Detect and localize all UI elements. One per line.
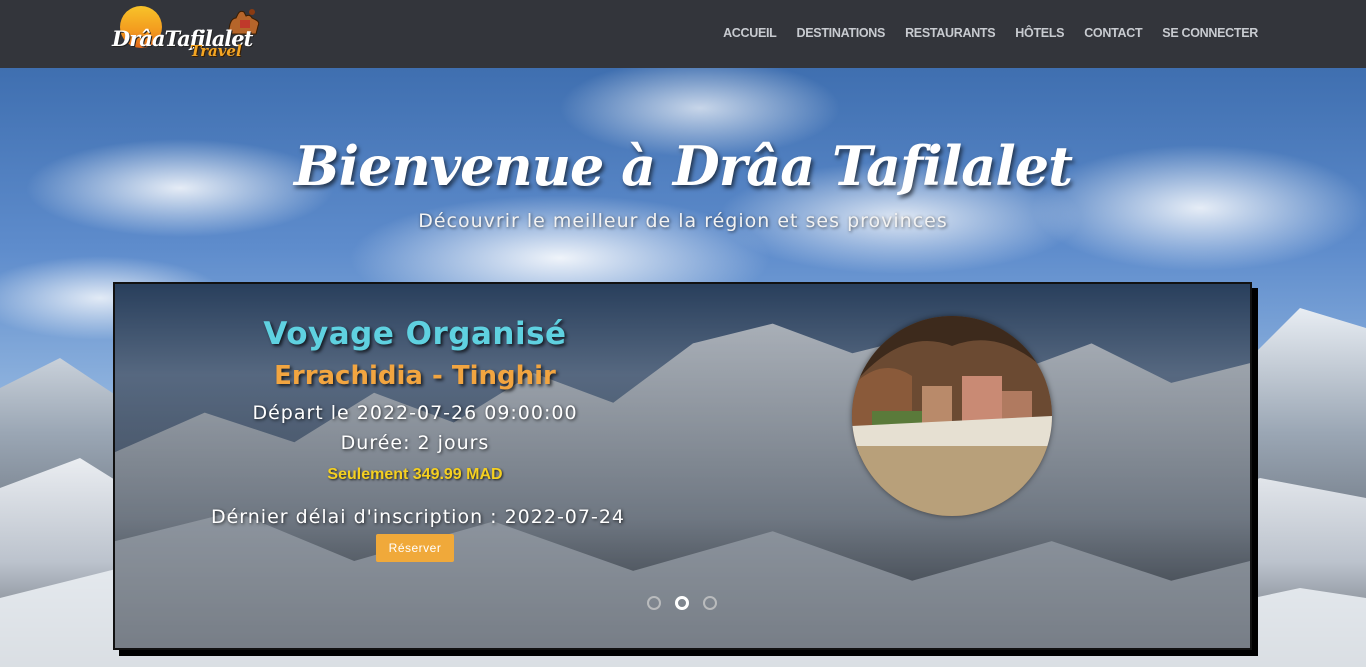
slide-departure: Départ le 2022-07-26 09:00:00 bbox=[252, 402, 578, 424]
reserve-button[interactable]: Réserver bbox=[376, 534, 454, 562]
slide-title: Voyage Organisé bbox=[263, 316, 567, 352]
slide-duration: Durée: 2 jours bbox=[340, 432, 490, 454]
carousel-dot-2[interactable] bbox=[675, 596, 689, 610]
slide-price: Seulement 349.99 MAD bbox=[327, 466, 503, 483]
hero-section: Bienvenue à Drâa Tafilalet Découvrir le … bbox=[0, 68, 1366, 667]
trip-carousel: Voyage Organisé Errachidia - Tinghir Dép… bbox=[113, 282, 1252, 650]
nav-item-contact[interactable]: CONTACT bbox=[1074, 25, 1152, 41]
logo-subtext: Travel bbox=[190, 42, 242, 60]
carousel-dot-3[interactable] bbox=[703, 596, 717, 610]
slide-text-block: Voyage Organisé Errachidia - Tinghir Dép… bbox=[175, 314, 655, 486]
slide-deadline: Dérnier délai d'inscription : 2022-07-24 bbox=[210, 506, 626, 528]
nav-item-login[interactable]: SE CONNECTER bbox=[1152, 25, 1268, 41]
nav-item-hotels[interactable]: HÔTELS bbox=[1005, 25, 1074, 41]
nav-item-restaurants[interactable]: RESTAURANTS bbox=[895, 25, 1005, 41]
carousel-dot-1[interactable] bbox=[647, 596, 661, 610]
nav-item-destinations[interactable]: DESTINATIONS bbox=[787, 25, 896, 41]
slide-route: Errachidia - Tinghir bbox=[274, 361, 556, 391]
destination-photo bbox=[852, 316, 1052, 516]
navbar: DrâaTafilalet Travel ACCUEIL DESTINATION… bbox=[0, 0, 1366, 68]
hero-subtitle: Découvrir le meilleur de la région et se… bbox=[418, 210, 948, 232]
site-logo[interactable]: DrâaTafilalet Travel bbox=[112, 4, 264, 64]
main-nav: ACCUEIL DESTINATIONS RESTAURANTS HÔTELS … bbox=[713, 25, 1268, 41]
carousel-indicators bbox=[647, 596, 717, 610]
nav-item-accueil[interactable]: ACCUEIL bbox=[713, 25, 786, 41]
hero-title: Bienvenue à Drâa Tafilalet bbox=[293, 134, 1073, 198]
